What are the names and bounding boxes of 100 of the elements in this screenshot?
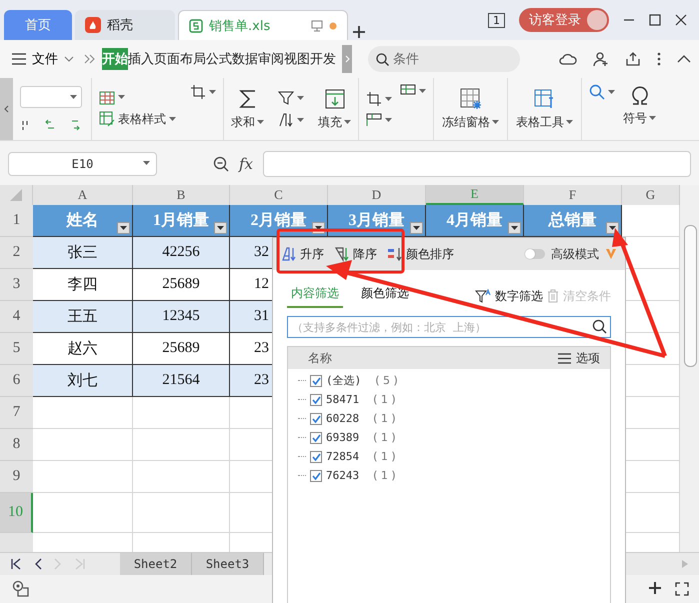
double-chevron-icon[interactable] (84, 54, 96, 64)
macro-icon[interactable] (12, 580, 30, 598)
ribbon-tab[interactable]: 审阅 (258, 48, 284, 70)
sort-option[interactable]: 颜色排序 (387, 246, 454, 262)
caret-icon[interactable] (297, 118, 304, 122)
zoom-in-icon[interactable] (649, 582, 661, 594)
crop-button[interactable] (190, 84, 216, 100)
ribbon-tab[interactable]: 开发 (310, 48, 336, 70)
close-icon[interactable] (675, 14, 687, 26)
filter-dropdown-button[interactable] (410, 222, 423, 234)
share-icon[interactable] (625, 51, 641, 67)
checkbox[interactable] (310, 470, 322, 482)
format-button[interactable] (366, 91, 392, 107)
filter-tab[interactable]: 内容筛选 (287, 284, 343, 308)
row-header[interactable]: 7 (0, 397, 33, 429)
checkbox[interactable] (310, 374, 322, 386)
borders-button[interactable] (99, 90, 125, 104)
row-column-button[interactable] (366, 113, 392, 127)
filter-button[interactable] (278, 90, 304, 106)
filter-dropdown-button[interactable] (117, 222, 130, 234)
sheet-tab[interactable]: Sheet3 (192, 553, 264, 575)
caret-icon[interactable] (385, 118, 392, 122)
advanced-mode-toggle[interactable] (525, 249, 545, 259)
login-button[interactable]: 访客登录 (519, 8, 609, 32)
sum-button[interactable]: 求和 (231, 88, 264, 130)
previous-sheet-icon[interactable] (34, 558, 42, 570)
formula-input[interactable] (263, 151, 691, 177)
caret-icon[interactable] (385, 96, 392, 102)
row-header[interactable]: 8 (0, 429, 33, 461)
caret-icon[interactable] (419, 88, 426, 94)
caret-icon[interactable] (608, 90, 615, 94)
table-tools-button[interactable]: 表格工具 (516, 88, 573, 130)
sort-option[interactable]: 升序 (281, 246, 324, 262)
number-filter-link[interactable]: 数字筛选 (495, 288, 543, 304)
caret-icon[interactable] (70, 94, 77, 100)
ribbon-tab[interactable]: 开始 (102, 48, 128, 70)
row-header[interactable]: 3 (0, 269, 33, 301)
add-user-icon[interactable] (593, 51, 609, 67)
caret-icon[interactable] (649, 116, 656, 121)
name-box[interactable]: E10 (8, 152, 157, 176)
ribbon-tab[interactable]: 公式 (206, 48, 232, 70)
fullscreen-icon[interactable] (675, 582, 689, 596)
column-header[interactable]: B (133, 185, 230, 205)
column-header[interactable]: D (328, 185, 426, 205)
maximize-icon[interactable] (649, 14, 661, 26)
options-button[interactable]: 选项 (558, 350, 600, 366)
new-tab-icon[interactable] (351, 24, 367, 40)
sheet-tab[interactable]: Sheet2 (120, 553, 192, 575)
caret-icon[interactable] (143, 161, 150, 166)
function-label[interactable]: fx (239, 155, 254, 173)
caret-icon[interactable] (344, 120, 351, 124)
ribbon-tab[interactable]: 插入 (128, 48, 154, 70)
ribbon-tab[interactable]: 数据 (232, 48, 258, 70)
checkbox[interactable] (310, 394, 322, 406)
filter-search-field[interactable]: （支持多条件过滤，例如：北京 上海） (287, 316, 611, 338)
column-header[interactable]: C (230, 185, 328, 205)
filter-dropdown-button[interactable] (508, 222, 521, 234)
first-sheet-icon[interactable] (10, 558, 22, 570)
column-header[interactable]: A (33, 185, 133, 205)
ribbon-tab[interactable]: 页面布局 (154, 48, 206, 70)
ribbon-tab[interactable]: 视图 (284, 48, 310, 70)
caret-icon[interactable] (297, 96, 304, 100)
symbol-button[interactable]: 符号 (623, 84, 656, 127)
header-cell: 3月销量 (328, 205, 426, 237)
sort-option[interactable]: 降序 (334, 246, 377, 262)
filter-value: (全选) (326, 373, 362, 388)
column-header[interactable]: F (524, 185, 622, 205)
caret-icon[interactable] (566, 120, 573, 124)
caret-icon[interactable] (209, 90, 216, 94)
zoom-out-icon[interactable] (213, 156, 229, 172)
find-button[interactable] (589, 84, 615, 100)
row-header[interactable]: 1 (0, 205, 33, 237)
row-header[interactable]: 5 (0, 333, 33, 365)
row-header[interactable]: 4 (0, 301, 33, 333)
row-header[interactable]: 9 (0, 461, 33, 493)
document-tab[interactable]: 销售单.xls (178, 10, 348, 40)
row-header[interactable]: 6 (0, 365, 33, 397)
freeze-panes-button[interactable]: 冻结窗格 (442, 88, 499, 130)
caret-icon[interactable] (492, 120, 499, 124)
fill-button[interactable]: 填充 (318, 88, 351, 130)
row-header[interactable]: 2 (0, 237, 33, 269)
search-field[interactable]: 条件 (368, 46, 520, 72)
checkbox[interactable] (310, 432, 322, 444)
caret-icon[interactable] (118, 95, 125, 100)
caret-icon[interactable] (257, 120, 264, 124)
column-header[interactable]: G (622, 185, 680, 205)
more-icon[interactable] (657, 52, 661, 66)
checkbox[interactable] (310, 412, 322, 424)
sort-button[interactable] (278, 112, 304, 128)
collapse-icon[interactable] (677, 55, 691, 63)
caret-icon[interactable] (169, 116, 176, 122)
vertical-scrollbar[interactable] (680, 185, 699, 552)
table-style-button[interactable]: 表格样式 (99, 110, 176, 128)
checkbox[interactable] (310, 450, 322, 462)
filter-dropdown-button[interactable] (606, 222, 619, 234)
filter-dropdown-button[interactable] (214, 222, 227, 234)
window-count[interactable]: 1 (488, 12, 505, 28)
file-menu[interactable]: 文件 (8, 50, 78, 68)
document-tab[interactable]: 稻壳 (75, 10, 175, 40)
cloud-icon[interactable] (559, 52, 577, 66)
